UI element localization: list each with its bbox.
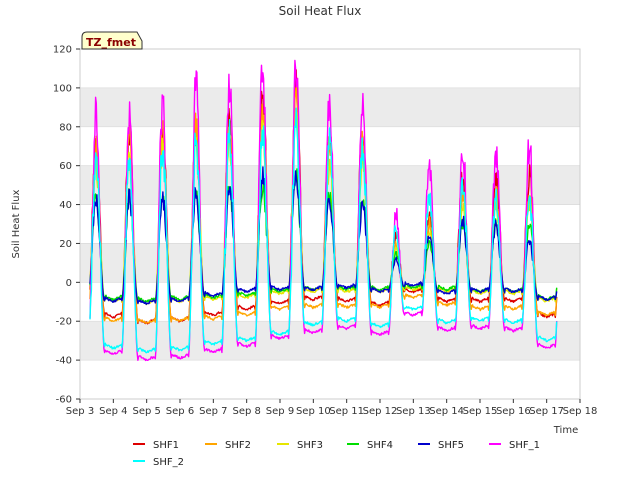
y-tick-label: -20 <box>56 317 72 328</box>
y-axis-title: Soil Heat Flux <box>11 189 22 258</box>
x-tick-label: Sep 3 <box>66 406 94 417</box>
x-tick-label: Sep 5 <box>132 406 160 417</box>
x-tick-label: Sep 14 <box>429 406 464 417</box>
legend-label-shf3: SHF3 <box>297 440 323 451</box>
y-axis-ticks: -60 -40 -20 0 20 40 60 80 100 120 <box>53 45 80 406</box>
legend-label-shf1: SHF1 <box>153 440 179 451</box>
tz-badge: TZ_fmet <box>81 31 143 50</box>
y-tick-label: -60 <box>56 395 72 406</box>
y-tick-label: 0 <box>66 278 72 289</box>
x-tick-label: Sep 4 <box>99 406 127 417</box>
x-tick-label: Sep 7 <box>199 406 227 417</box>
x-tick-label: Sep 8 <box>232 406 260 417</box>
x-tick-label: Sep 13 <box>396 406 431 417</box>
y-tick-label: -40 <box>56 356 72 367</box>
x-tick-label: Sep 15 <box>463 406 498 417</box>
legend-label-shf4: SHF4 <box>367 440 393 451</box>
y-tick-label: 80 <box>59 122 72 133</box>
y-tick-label: 60 <box>59 161 72 172</box>
y-tick-label: 100 <box>53 83 72 94</box>
x-tick-label: Sep 16 <box>496 406 531 417</box>
x-tick-label: Sep 9 <box>266 406 294 417</box>
x-axis-ticks: Sep 3 Sep 4 Sep 5 Sep 6 Sep 7 Sep 8 Sep 9 Sep 1… <box>66 399 598 417</box>
x-tick-label: Sep 12 <box>363 406 398 417</box>
x-axis-title: Time <box>553 425 578 436</box>
y-tick-label: 20 <box>59 239 72 250</box>
y-tick-label: 40 <box>59 200 72 211</box>
y-tick-label: 120 <box>53 45 72 56</box>
grid-band <box>80 243 580 283</box>
legend-label-shf_1: SHF_1 <box>509 440 540 451</box>
badge-text: TZ_fmet <box>86 36 136 49</box>
x-tick-label: Sep 17 <box>529 406 564 417</box>
legend: SHF1 SHF2 SHF3 SHF4 SHF5 SHF_1 SHF_2 <box>133 440 540 468</box>
legend-label-shf5: SHF5 <box>438 440 464 451</box>
legend-label-shf2: SHF2 <box>225 440 251 451</box>
x-tick-label: Sep 11 <box>329 406 364 417</box>
x-tick-label: Sep 6 <box>166 406 194 417</box>
x-tick-label: Sep 18 <box>563 406 598 417</box>
soil-heat-flux-chart: Sep 3 Sep 4 Sep 5 Sep 6 Sep 7 Sep 8 Sep 9 Sep 1… <box>11 4 598 468</box>
chart-title: Soil Heat Flux <box>279 4 362 18</box>
legend-label-shf_2: SHF_2 <box>153 457 184 468</box>
x-tick-label: Sep 10 <box>296 406 331 417</box>
